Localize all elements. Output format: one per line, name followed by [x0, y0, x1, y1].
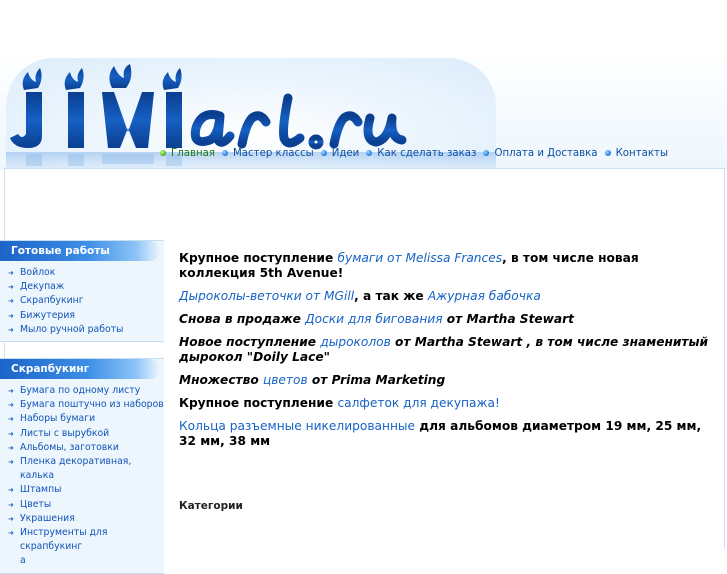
- sidebar-block-title: Скрапбукинг: [0, 359, 160, 379]
- sidebar-block-title: Готовые работы: [0, 241, 160, 261]
- sidebar-item[interactable]: ➜ Декупаж: [0, 280, 164, 294]
- arrow-right-icon: ➜: [8, 500, 14, 509]
- arrow-right-icon: ➜: [8, 387, 14, 395]
- sidebar-item-label: Наборы бумаги: [20, 413, 96, 425]
- news-item: Новое поступление дыроколов от Martha St…: [179, 335, 719, 365]
- top-navigation: Главная Мастер классы Идеи Как сделать з…: [160, 145, 675, 161]
- news-link[interactable]: Дыроколы-веточки от MGill: [179, 289, 354, 303]
- nav-label: Мастер классы: [233, 147, 314, 159]
- sidebar-item-label: Пленка декоративная, калька: [20, 456, 132, 482]
- categories-heading: Категории: [179, 500, 243, 512]
- sidebar-item-label: Листы с вырубкой: [20, 427, 110, 439]
- news-item: Крупное поступление бумаги от Melissa Fr…: [179, 251, 719, 281]
- arrow-right-icon: ➜: [8, 269, 14, 277]
- sidebar-item-label: Бумага поштучно из наборов: [20, 399, 164, 411]
- news-link[interactable]: салфеток для декупажа!: [337, 396, 499, 410]
- sidebar-item-label: Цветы: [20, 498, 52, 510]
- news-item: Кольца разъемные никелированные для альб…: [179, 419, 719, 449]
- sidebar-item[interactable]: ➜ Пленка декоративная, калька: [0, 455, 164, 483]
- arrow-right-icon: ➜: [8, 443, 14, 452]
- news-link[interactable]: дыроколов: [320, 335, 391, 349]
- sidebar-block-ready-works: Готовые работы ➜ Войлок ➜ Декупаж ➜ Скрапбу…: [0, 240, 164, 343]
- bullet-icon: [366, 150, 373, 156]
- sidebar-item-label: Альбомы, заготовки: [20, 441, 119, 453]
- arrow-right-icon: ➜: [8, 486, 14, 495]
- sidebar-item-label: Декупаж: [20, 281, 65, 293]
- arrow-right-icon: ➜: [8, 529, 14, 538]
- arrow-right-icon: ➜: [8, 283, 14, 292]
- sidebar-item[interactable]: ➜ Цветы: [0, 498, 164, 512]
- news-text: , а так же: [354, 289, 428, 303]
- bullet-icon: [222, 150, 229, 156]
- arrow-right-icon: ➜: [8, 514, 14, 523]
- bullet-icon: [483, 150, 490, 156]
- sidebar-item[interactable]: ➜ Бижутерия: [0, 309, 164, 323]
- bullet-icon: [604, 150, 611, 156]
- sidebar-item-label: а: [20, 555, 26, 567]
- news-text: Новое поступление: [179, 335, 321, 349]
- sidebar-item[interactable]: ➜ Мыло ручной работы: [0, 323, 164, 337]
- sidebar-item-label: Мыло ручной работы: [20, 323, 124, 335]
- header: Главная Мастер классы Идеи Как сделать з…: [0, 0, 727, 188]
- sidebar-item[interactable]: ➜ Бумага по одному листу: [0, 384, 164, 398]
- sidebar-list: ➜ Войлок ➜ Декупаж ➜ Скрапбукинг ➜ Бижутерия…: [0, 261, 164, 341]
- sidebar-item[interactable]: ➜ Скрапбукинг: [0, 294, 164, 308]
- nav-master-classes[interactable]: Мастер классы: [222, 148, 314, 159]
- sidebar-item[interactable]: ➜ Альбомы, заготовки: [0, 441, 164, 455]
- news-link[interactable]: бумаги от Melissa Frances: [337, 251, 502, 265]
- arrow-right-icon: ➜: [8, 311, 14, 320]
- arrow-right-icon: ➜: [8, 325, 14, 334]
- nav-label: Как сделать заказ: [377, 147, 477, 159]
- news-link[interactable]: Доски для бигования: [305, 312, 442, 326]
- arrow-right-icon: ➜: [8, 415, 14, 424]
- nav-ideas[interactable]: Идеи: [320, 147, 360, 159]
- sidebar-list: ➜ Бумага по одному листу ➜ Бумага поштучно…: [0, 379, 164, 573]
- nav-label: Главная: [171, 147, 216, 159]
- sidebar-item-label: Войлок: [20, 267, 56, 278]
- sidebar-block-scrapbooking: Скрапбукинг ➜ Бумага по одному листу ➜ Бум…: [0, 358, 164, 574]
- nav-label: Идеи: [331, 147, 360, 159]
- bullet-icon: [320, 150, 327, 156]
- news-text: Множество: [179, 373, 263, 387]
- nav-how-to-order[interactable]: Как сделать заказ: [366, 148, 476, 159]
- sidebar-item-label: Бижутерия: [20, 309, 75, 321]
- nav-home[interactable]: Главная: [160, 148, 215, 159]
- arrow-right-icon: ➜: [8, 458, 14, 467]
- sidebar-item-label: Скрапбукинг: [20, 295, 84, 307]
- sidebar-item-label: Штампы: [20, 484, 62, 496]
- news-text: Крупное поступление: [179, 396, 338, 410]
- sidebar-item[interactable]: ➜ Украшения: [0, 512, 164, 526]
- news-link[interactable]: Ажурная бабочка: [428, 289, 541, 303]
- sidebar-item-continuation[interactable]: а: [0, 554, 164, 568]
- bullet-icon: [160, 150, 166, 156]
- news-item: Крупное поступление салфеток для декупаж…: [179, 396, 719, 411]
- news-item: Множество цветов от Prima Marketing: [179, 373, 719, 388]
- sidebar-item[interactable]: ➜ Листы с вырубкой: [0, 427, 164, 441]
- nav-contacts[interactable]: Контакты: [604, 147, 668, 159]
- news-text: от Prima Marketing: [307, 373, 446, 387]
- sidebar-item[interactable]: ➜ Бумага поштучно из наборов: [0, 398, 164, 412]
- sidebar-item[interactable]: ➜ Наборы бумаги: [0, 412, 164, 426]
- sidebar: Готовые работы ➜ Войлок ➜ Декупаж ➜ Скрапбу…: [0, 240, 166, 574]
- sidebar-item[interactable]: ➜ Войлок: [0, 266, 164, 280]
- sidebar-item[interactable]: ➜ Штампы: [0, 483, 164, 497]
- sidebar-item-label: Украшения: [20, 512, 75, 524]
- arrow-right-icon: ➜: [8, 297, 14, 306]
- news-item: Дыроколы-веточки от MGill, а так же Ажур…: [179, 289, 719, 304]
- news-item: Снова в продаже Доски для бигования от M…: [179, 312, 719, 327]
- arrow-right-icon: ➜: [8, 429, 14, 438]
- nav-label: Контакты: [615, 147, 668, 159]
- arrow-right-icon: ➜: [8, 401, 14, 410]
- news-text: от Martha Stewart: [442, 312, 574, 326]
- news-link[interactable]: цветов: [263, 373, 308, 387]
- news-text: Крупное поступление: [179, 251, 338, 265]
- news-link[interactable]: Кольца разъемные никелированные: [179, 419, 415, 433]
- main-content: Крупное поступление бумаги от Melissa Fr…: [179, 251, 719, 457]
- sidebar-item-label: Бумага по одному листу: [20, 385, 141, 396]
- nav-payment-delivery[interactable]: Оплата и Доставка: [483, 147, 598, 159]
- nav-label: Оплата и Доставка: [494, 147, 598, 159]
- news-text: Снова в продаже: [179, 312, 306, 326]
- sidebar-item[interactable]: ➜ Инструменты для скрапбукинг: [0, 526, 164, 554]
- sidebar-item-label: Инструменты для скрапбукинг: [20, 527, 108, 553]
